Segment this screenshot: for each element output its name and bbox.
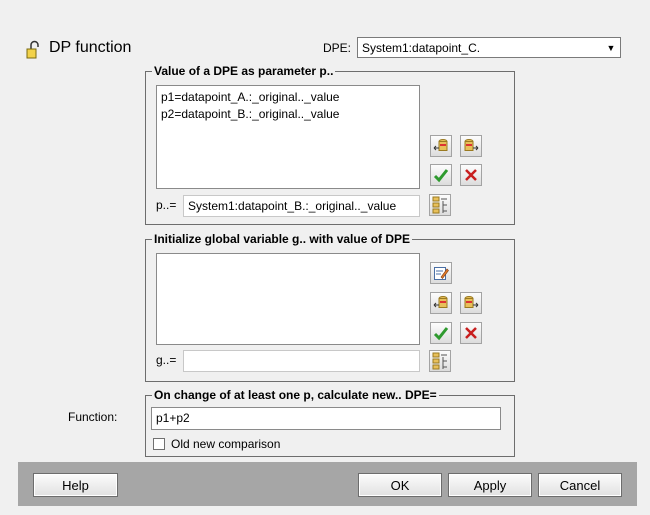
checkbox-label: Old new comparison xyxy=(171,437,281,451)
globals-legend: Initialize global variable g.. with valu… xyxy=(154,232,411,246)
globals-list[interactable] xyxy=(156,253,420,345)
move-right-button[interactable] xyxy=(460,135,482,157)
datapoint-tree-icon xyxy=(432,196,447,214)
add-right-icon xyxy=(464,296,479,308)
checkbox-box[interactable] xyxy=(153,438,165,450)
add-right-icon xyxy=(464,139,479,151)
chevron-down-icon[interactable]: ▼ xyxy=(602,38,620,57)
add-left-icon xyxy=(433,296,448,308)
list-item[interactable]: p2=datapoint_B.:_original.._value xyxy=(161,106,415,123)
dpe-label: DPE: xyxy=(323,41,352,55)
dialog-title: DP function xyxy=(49,39,132,56)
help-button[interactable]: Help xyxy=(33,473,118,497)
p-input[interactable]: System1:datapoint_B.:_original.._value xyxy=(183,195,420,217)
old-new-comparison-checkbox[interactable]: Old new comparison xyxy=(153,437,280,451)
move-right-button-2[interactable] xyxy=(460,292,482,314)
datapoint-tree-icon xyxy=(432,352,447,370)
list-item[interactable]: p1=datapoint_A.:_original.._value xyxy=(161,89,415,106)
cancel-button[interactable]: Cancel xyxy=(538,473,622,497)
g-input[interactable] xyxy=(183,350,420,372)
checkmark-icon xyxy=(433,327,449,341)
add-left-icon xyxy=(433,139,448,151)
params-legend: Value of a DPE as parameter p.. xyxy=(154,64,334,78)
edit-icon xyxy=(434,267,449,280)
params-list[interactable]: p1=datapoint_A.:_original.._value p2=dat… xyxy=(156,85,420,189)
delete-button[interactable] xyxy=(460,164,482,186)
close-icon xyxy=(465,327,477,339)
function-label: Function: xyxy=(68,410,118,424)
move-left-button[interactable] xyxy=(430,135,452,157)
move-left-button-2[interactable] xyxy=(430,292,452,314)
dp-selector-button[interactable] xyxy=(429,194,451,216)
p-input-label: p..= xyxy=(156,198,177,212)
checkmark-icon xyxy=(433,169,449,183)
function-input[interactable]: p1+p2 xyxy=(151,407,501,430)
edit-button[interactable] xyxy=(430,262,452,284)
dp-selector-button-2[interactable] xyxy=(429,350,451,372)
delete-button-2[interactable] xyxy=(460,322,482,344)
dpe-select-value: System1:datapoint_C. xyxy=(362,40,481,55)
apply-button[interactable]: Apply xyxy=(448,473,532,497)
dpe-select[interactable]: System1:datapoint_C. ▼ xyxy=(357,37,621,58)
close-icon xyxy=(465,169,477,181)
ok-button[interactable]: OK xyxy=(358,473,442,497)
function-legend: On change of at least one p, calculate n… xyxy=(154,388,437,402)
lock-icon xyxy=(26,40,40,60)
accept-button-2[interactable] xyxy=(430,322,452,344)
accept-button[interactable] xyxy=(430,164,452,186)
g-input-label: g..= xyxy=(156,353,177,367)
